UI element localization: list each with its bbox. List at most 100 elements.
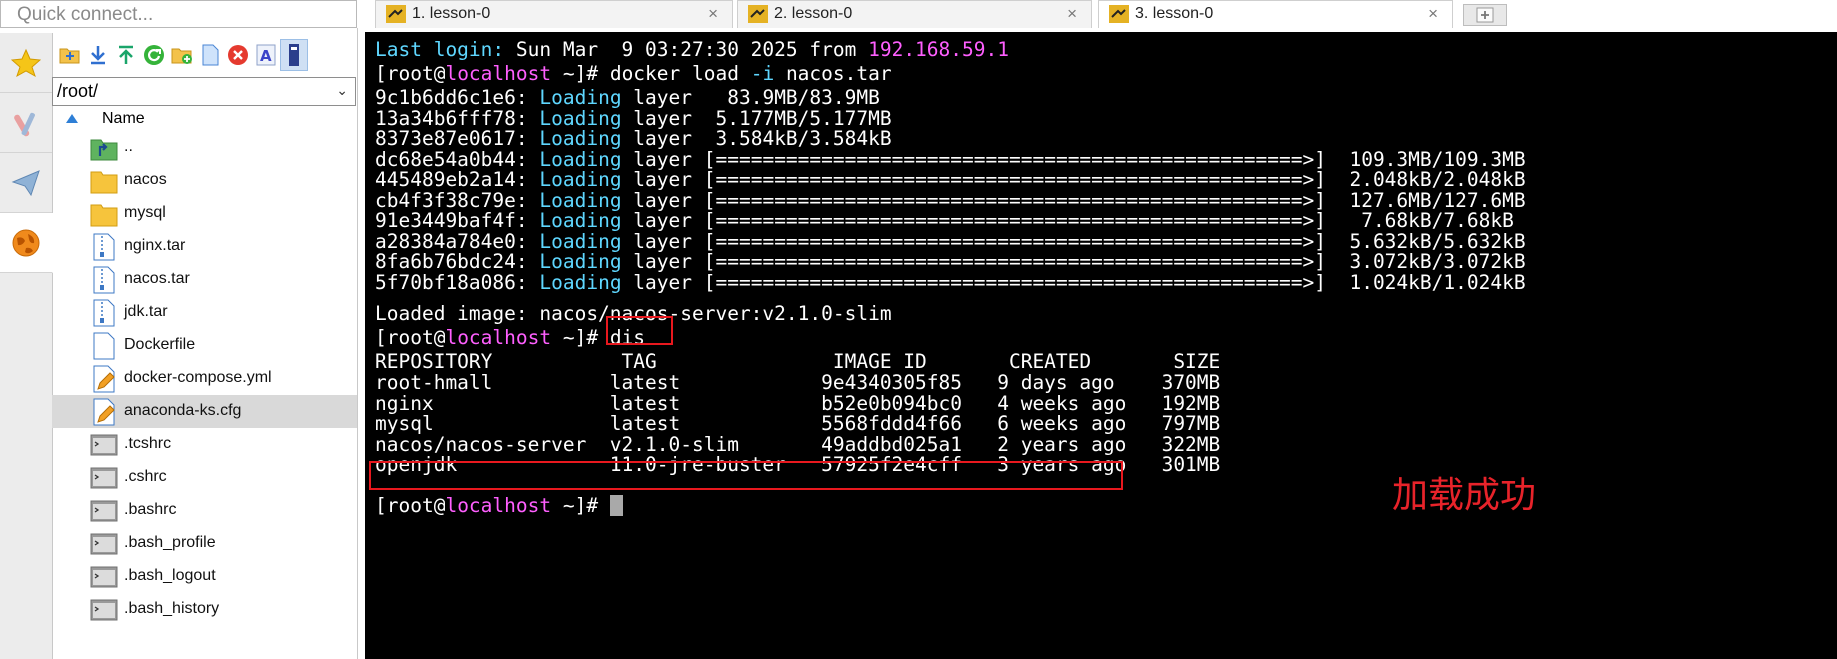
file-list-item[interactable]: nginx.tar xyxy=(52,230,357,263)
prompt-close: ~]# xyxy=(551,494,610,517)
favorites-tab[interactable] xyxy=(0,33,52,93)
archive-file-icon xyxy=(90,233,118,261)
file-list-item[interactable]: docker-compose.yml xyxy=(52,362,357,395)
file-list-item[interactable]: anaconda-ks.cfg xyxy=(52,395,357,428)
loading-word: Loading xyxy=(539,270,622,294)
tab-session-2[interactable]: 2. lesson-0 × xyxy=(737,0,1092,28)
layer-line: 5f70bf18a086: Loading layer [===========… xyxy=(375,271,1526,295)
file-name: nacos xyxy=(124,171,167,188)
rename-icon: A xyxy=(256,44,276,66)
delete-button[interactable] xyxy=(224,39,252,71)
prompt-host: localhost xyxy=(445,326,552,349)
close-icon[interactable]: × xyxy=(1428,4,1438,24)
sidebar-rail xyxy=(0,33,53,659)
tab-label: 3. lesson-0 xyxy=(1135,5,1214,22)
layer-colon: : xyxy=(515,270,540,294)
file-list-item[interactable]: .tcshrc xyxy=(52,428,357,461)
terminal-output[interactable]: Last login: Sun Mar 9 03:27:30 2025 from… xyxy=(365,32,1837,659)
open-folder-icon xyxy=(59,48,80,64)
view-button[interactable] xyxy=(280,39,308,71)
new-folder-button[interactable] xyxy=(168,39,196,71)
file-list-item[interactable]: jdk.tar xyxy=(52,296,357,329)
file-list-item[interactable]: .bash_history xyxy=(52,593,357,626)
prompt-close: ~]# xyxy=(551,326,610,349)
file-list-item[interactable]: nacos.tar xyxy=(52,263,357,296)
tab-session-1[interactable]: 1. lesson-0 × xyxy=(375,0,733,28)
tab-session-3[interactable]: 3. lesson-0 × xyxy=(1098,0,1453,28)
file-list-item[interactable]: .bash_logout xyxy=(52,560,357,593)
tools-tab[interactable] xyxy=(0,93,52,153)
file-name: Dockerfile xyxy=(124,336,196,353)
paper-plane-icon xyxy=(11,169,40,196)
file-list-item[interactable]: .. xyxy=(52,131,357,164)
prompt-line: [root@localhost ~]# docker load -i nacos… xyxy=(375,62,892,86)
shell-file-icon xyxy=(90,497,118,525)
new-file-button[interactable] xyxy=(196,39,224,71)
file-list-item[interactable]: nacos xyxy=(52,164,357,197)
folder-icon xyxy=(90,167,118,195)
shell-file-icon xyxy=(90,431,118,459)
prompt-close: ~]# xyxy=(551,62,610,85)
file-name: .bash_history xyxy=(124,600,220,617)
file-name: anaconda-ks.cfg xyxy=(124,402,242,419)
command-text: docker load xyxy=(609,62,751,85)
file-list-item[interactable]: .cshrc xyxy=(52,461,357,494)
layer-size: 1.024kB/1.024kB xyxy=(1325,270,1526,294)
name-column-header[interactable]: Name xyxy=(52,106,357,132)
new-tab-button[interactable] xyxy=(1463,4,1507,26)
layer-bar: [=======================================… xyxy=(703,270,1326,294)
rename-button[interactable]: A xyxy=(252,39,280,71)
prompt-host: localhost xyxy=(445,494,552,517)
prompt-line: [root@localhost ~]# xyxy=(375,494,623,518)
terminal-tab-icon xyxy=(386,5,406,23)
view-icon xyxy=(289,44,299,66)
new-folder-icon xyxy=(171,48,192,64)
file-list-item[interactable]: mysql xyxy=(52,197,357,230)
star-icon xyxy=(11,48,41,77)
command-flag: -i xyxy=(750,62,775,85)
new-file-icon xyxy=(202,44,219,66)
refresh-button[interactable] xyxy=(140,39,168,71)
success-annotation: 加载成功 xyxy=(1392,475,1537,516)
open-folder-button[interactable] xyxy=(56,39,84,71)
prompt-line: [root@localhost ~]# dis xyxy=(375,326,645,350)
file-list-item[interactable]: Dockerfile xyxy=(52,329,357,362)
file-name: .cshrc xyxy=(124,468,167,485)
tools-icon xyxy=(14,112,35,136)
send-tab[interactable] xyxy=(0,153,52,213)
file-name: nginx.tar xyxy=(124,237,186,254)
upload-button[interactable] xyxy=(112,39,140,71)
file-name: .tcshrc xyxy=(124,435,172,452)
svg-text:A: A xyxy=(260,47,272,65)
command-arg: nacos.tar xyxy=(774,62,892,85)
download-icon xyxy=(91,46,105,65)
row-highlight-box xyxy=(369,461,1123,490)
parent-folder-icon xyxy=(90,134,118,162)
archive-file-icon xyxy=(90,299,118,327)
close-icon[interactable]: × xyxy=(708,4,718,24)
folder-icon xyxy=(90,200,118,228)
file-name: .bash_profile xyxy=(124,534,216,551)
file-name: .bashrc xyxy=(124,501,177,518)
remote-path-select[interactable]: /root/ ⌄ xyxy=(52,77,356,106)
file-list-item[interactable]: .bashrc xyxy=(52,494,357,527)
sftp-sidebar: Quick connect... A /root/ ⌄ Name .. naco… xyxy=(0,0,366,659)
session-tab-bar: 1. lesson-0 × 2. lesson-0 × 3. lesson-0 … xyxy=(365,0,1837,32)
shell-file-icon xyxy=(90,530,118,558)
layer-word: layer xyxy=(621,270,704,294)
file-icon xyxy=(90,332,118,360)
file-name: mysql xyxy=(124,204,166,221)
sftp-tab[interactable] xyxy=(0,213,53,273)
globe-icon xyxy=(12,229,40,256)
chevron-down-icon[interactable]: ⌄ xyxy=(336,82,348,99)
file-name: .. xyxy=(124,138,133,155)
login-label: Last login: xyxy=(375,38,505,61)
prompt-host: localhost xyxy=(445,62,552,85)
close-icon[interactable]: × xyxy=(1067,4,1077,24)
download-button[interactable] xyxy=(84,39,112,71)
file-list-item[interactable]: .bash_profile xyxy=(52,527,357,560)
terminal-tab-icon xyxy=(1109,5,1129,23)
quick-connect-input[interactable]: Quick connect... xyxy=(0,0,357,28)
remote-path-value: /root/ xyxy=(57,81,99,101)
login-ip: 192.168.59.1 xyxy=(868,38,1009,61)
